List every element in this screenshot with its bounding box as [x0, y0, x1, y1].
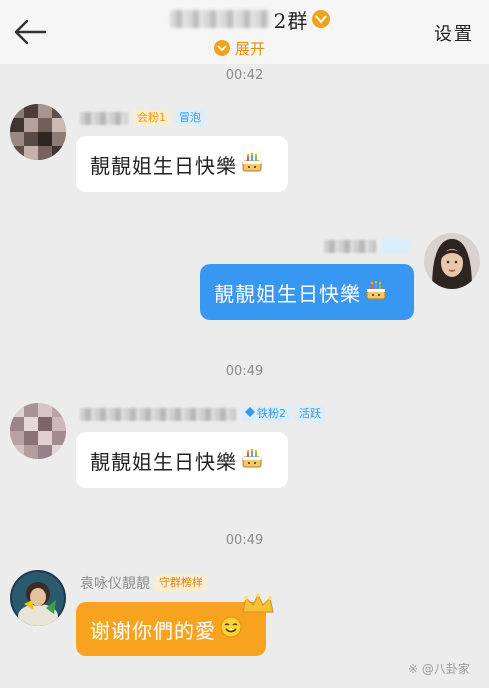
nickname-redacted	[80, 111, 128, 125]
nickname-redacted	[80, 407, 236, 421]
fan-level-tag: 会粉1	[133, 110, 170, 126]
cake-icon	[364, 278, 388, 307]
message-text: 谢谢你們的愛	[90, 618, 216, 643]
cake-icon	[240, 446, 264, 475]
self-tag-redacted	[381, 238, 409, 254]
avatar[interactable]	[10, 403, 66, 459]
sender-name-row: 铁粉2 活跃	[80, 404, 325, 424]
crown-icon	[240, 592, 276, 616]
smile-icon	[219, 615, 243, 644]
watermark: ※ @八卦家	[408, 662, 470, 676]
owner-avatar[interactable]	[10, 570, 66, 626]
fan-level-tag: 铁粉2	[241, 406, 290, 422]
group-title[interactable]: 2群	[150, 6, 350, 33]
self-name-row	[324, 236, 409, 256]
fan-level-label: 铁粉2	[257, 407, 286, 420]
owner-message-bubble[interactable]: 谢谢你們的愛	[76, 602, 266, 656]
timestamp: 00:49	[225, 364, 264, 379]
title-redacted	[169, 10, 270, 28]
sender-nickname: 袁咏仪靚靚	[80, 576, 150, 592]
sender-name-row: 袁咏仪靚靚 守群榜样	[80, 573, 207, 593]
back-arrow-icon	[14, 19, 47, 45]
honor-tag: 守群榜样	[155, 575, 207, 591]
message-bubble[interactable]: 靚靚姐生日快樂	[76, 432, 288, 488]
expand-label: 展开	[235, 39, 266, 58]
settings-button[interactable]: 设置	[434, 20, 474, 46]
nickname-redacted	[324, 239, 376, 253]
back-button[interactable]	[12, 14, 48, 50]
sender-name-row: 会粉1 冒泡	[80, 108, 205, 128]
diamond-icon	[245, 406, 255, 422]
message-text: 靚靚姐生日快樂	[90, 153, 237, 178]
group-badge-icon	[312, 10, 331, 28]
chat-header: 2群 展开 设置	[0, 0, 489, 64]
timestamp: 00:42	[225, 68, 264, 83]
cake-icon	[240, 150, 264, 179]
timestamp: 00:49	[225, 533, 264, 548]
title-suffix: 2群	[273, 8, 309, 33]
message-bubble[interactable]: 靚靚姐生日快樂	[76, 136, 288, 192]
avatar[interactable]	[10, 104, 66, 160]
activity-tag: 活跃	[295, 406, 325, 422]
activity-tag: 冒泡	[175, 110, 205, 126]
message-text: 靚靚姐生日快樂	[90, 449, 237, 474]
message-text: 靚靚姐生日快樂	[214, 281, 361, 306]
chevron-down-icon	[214, 40, 230, 56]
expand-button[interactable]: 展开	[214, 38, 265, 58]
self-message-bubble[interactable]: 靚靚姐生日快樂	[200, 264, 414, 320]
self-avatar[interactable]	[424, 233, 480, 289]
